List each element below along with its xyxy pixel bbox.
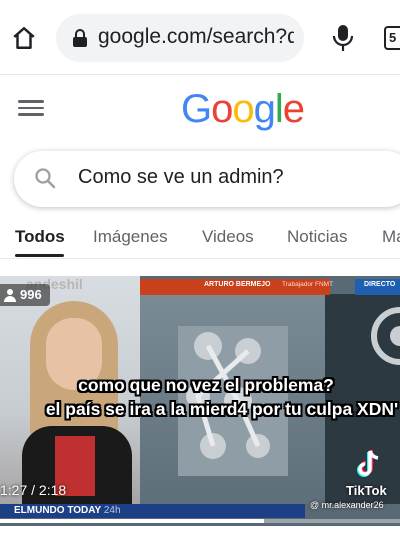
caption-line-2: el país se ira a la mierd4 por tu culpa … — [45, 399, 399, 419]
tab-switcher-button[interactable]: 5 — [384, 26, 400, 50]
video-player[interactable]: ARTURO BERMEJO Trabajador FNMT DIRECTO a… — [0, 276, 400, 526]
tab-videos[interactable]: Videos — [202, 227, 254, 247]
microphone-icon — [332, 25, 354, 51]
active-tab-indicator — [15, 254, 64, 257]
search-icon — [35, 168, 56, 189]
lock-icon — [73, 29, 87, 47]
logo-letter: g — [253, 87, 276, 131]
tabs-divider — [0, 258, 400, 259]
logo-letter: o — [232, 87, 254, 131]
google-logo: Google — [181, 87, 305, 132]
logo-letter: G — [181, 87, 212, 131]
tab-noticias[interactable]: Noticias — [287, 227, 347, 247]
home-icon — [13, 27, 35, 49]
url-text[interactable]: google.com/search?q — [98, 25, 294, 49]
logo-letter: e — [282, 87, 305, 131]
search-input[interactable]: Como se ve un admin? — [78, 166, 284, 189]
tab-more[interactable]: Ma — [382, 227, 400, 247]
video-time: 1:27 / 2:18 — [0, 482, 67, 498]
tab-imagenes[interactable]: Imágenes — [93, 227, 168, 247]
tiktok-icon — [357, 450, 379, 477]
ticker-brand-text: ELMUNDO TODAY — [14, 505, 102, 516]
ticker-brand: ELMUNDO TODAY 24h — [14, 505, 121, 516]
caption-line-1: como que no vez el problema? — [78, 375, 334, 395]
viewers-count: 996 — [20, 287, 42, 302]
video-progress-fill — [0, 519, 264, 523]
person-icon — [4, 289, 16, 302]
tab-todos[interactable]: Todos — [15, 227, 65, 247]
tiktok-label: TikTok — [346, 483, 387, 498]
lower-third-name: ARTURO BERMEJO — [204, 281, 271, 288]
ticker-sub: 24h — [103, 505, 121, 516]
live-tag: DIRECTO — [364, 281, 396, 288]
video-progress-bar[interactable] — [0, 519, 400, 523]
tiktok-username: @ mr.alexander26 — [310, 500, 384, 510]
hamburger-menu-icon[interactable] — [18, 96, 44, 122]
home-button[interactable] — [8, 22, 40, 54]
voice-search-button[interactable] — [330, 22, 356, 54]
logo-letter: o — [211, 87, 233, 131]
logo-letter: l — [274, 87, 284, 131]
lower-third-role: Trabajador FNMT — [282, 281, 334, 288]
reel-icon — [371, 307, 400, 365]
